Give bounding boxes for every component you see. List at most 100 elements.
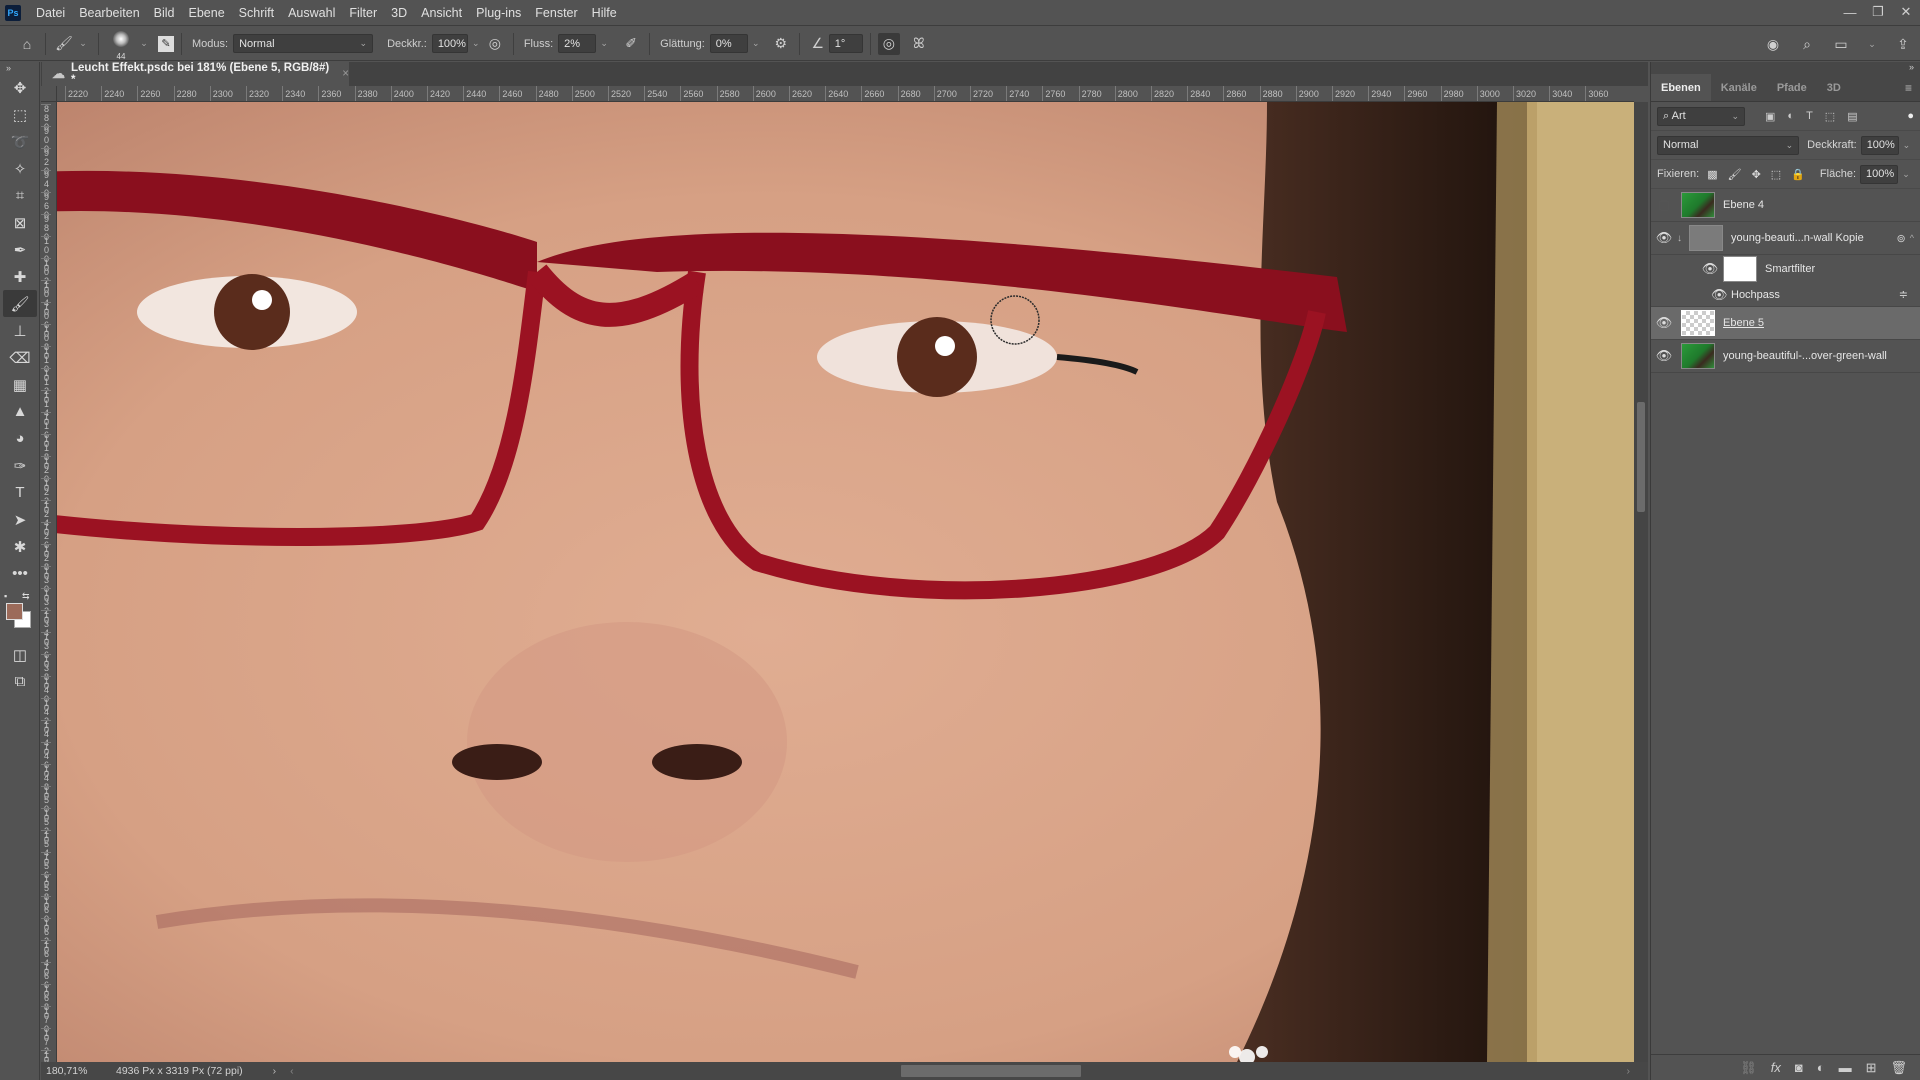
collapse-filters-icon[interactable]: ^ (1910, 233, 1914, 243)
lock-artboard-icon[interactable]: ⬚ (1771, 168, 1781, 181)
minimize-button[interactable]: — (1836, 0, 1864, 24)
layer-row[interactable]: 👁 ↓ young-beauti...n-wall Kopie ⊚ ^ (1651, 222, 1920, 255)
tab-kanaele[interactable]: Kanäle (1711, 74, 1767, 101)
menu-bild[interactable]: Bild (147, 6, 182, 20)
more-tools-icon[interactable]: ••• (0, 560, 40, 587)
share-icon[interactable]: ⇪ (1892, 33, 1914, 55)
chevron-down-icon[interactable]: ⌄ (468, 38, 484, 49)
status-more-icon[interactable]: › (273, 1065, 277, 1077)
filter-type-icon[interactable]: T (1806, 110, 1813, 123)
eyedropper-tool-icon[interactable]: ✒ (0, 236, 40, 263)
panel-menu-icon[interactable]: ≡ (1905, 74, 1920, 101)
lock-transparency-icon[interactable]: ▩ (1707, 168, 1717, 181)
lock-position-icon[interactable]: ✥ (1752, 168, 1761, 181)
dodge-tool-icon[interactable]: ◕ (0, 425, 40, 452)
close-tab-button[interactable]: × (342, 68, 349, 80)
menu-auswahl[interactable]: Auswahl (281, 6, 342, 20)
learn-icon[interactable]: ◉ (1762, 33, 1784, 55)
smoothing-input[interactable]: 0% (709, 34, 748, 53)
blend-mode-select[interactable]: Normal ⌄ (1657, 135, 1800, 155)
eye-icon[interactable]: 👁 (1651, 348, 1677, 364)
link-layers-icon[interactable]: ⛓ (1740, 1060, 1757, 1076)
document-tab[interactable]: ☁ Leucht Effekt.psdc bei 181% (Ebene 5, … (42, 62, 349, 86)
crop-tool-icon[interactable]: ⌗ (0, 182, 40, 209)
lock-all-icon[interactable]: 🔒 (1791, 168, 1805, 181)
move-tool-icon[interactable]: ✥ (0, 74, 40, 101)
shape-tool-icon[interactable]: ✱ (0, 533, 40, 560)
tab-ebenen[interactable]: Ebenen (1651, 74, 1711, 101)
chevron-down-icon[interactable]: ⌄ (1898, 169, 1914, 180)
new-group-icon[interactable]: ▬ (1839, 1060, 1852, 1075)
workspace-icon[interactable]: ▭ (1830, 33, 1852, 55)
layer-filter-select[interactable]: ⌕ Art ⌄ (1657, 106, 1745, 126)
chevron-down-icon[interactable]: ⌄ (596, 38, 612, 49)
pressure-size-icon[interactable]: ◎ (877, 32, 900, 55)
ruler-origin[interactable] (41, 86, 57, 102)
mode-select[interactable]: Normal ⌄ (233, 34, 374, 53)
eye-icon[interactable]: 👁 (1711, 287, 1728, 303)
lock-pixels-icon[interactable]: 🖌 (1728, 168, 1742, 181)
filter-smartobject-icon[interactable]: ▤ (1847, 110, 1857, 123)
fx-icon[interactable]: fx (1771, 1060, 1781, 1075)
chevron-down-icon[interactable]: ⌄ (136, 38, 152, 49)
menu-bearbeiten[interactable]: Bearbeiten (72, 6, 146, 20)
scroll-right-icon[interactable]: › (1627, 1065, 1631, 1077)
filter-adjustment-icon[interactable]: ◐ (1787, 110, 1794, 123)
path-selection-tool-icon[interactable]: ➤ (0, 506, 40, 533)
horizontal-scroll-thumb[interactable] (901, 1065, 1081, 1077)
filter-pixel-icon[interactable]: ▣ (1765, 110, 1775, 123)
menu-hilfe[interactable]: Hilfe (585, 6, 624, 20)
symmetry-butterfly-icon[interactable]: ꕤ (908, 33, 930, 55)
vertical-ruler[interactable]: 880 900 920 940 960 980 1000 1020 1040 1060 1080 11… (41, 102, 57, 1062)
add-mask-icon[interactable]: ◙ (1795, 1060, 1803, 1075)
filter-shape-icon[interactable]: ⬚ (1825, 110, 1835, 123)
chevron-down-icon[interactable]: ⌄ (1864, 39, 1880, 50)
quick-mask-icon[interactable]: ◫ (0, 641, 40, 668)
gear-icon[interactable]: ⚙ (770, 33, 792, 55)
tab-3d[interactable]: 3D (1817, 74, 1851, 101)
fill-input[interactable]: 100% (1860, 164, 1898, 184)
eraser-tool-icon[interactable]: ⌫ (0, 344, 40, 371)
marquee-tool-icon[interactable]: ⬚ (0, 101, 40, 128)
blur-tool-icon[interactable]: ▲ (0, 398, 40, 425)
smartfilter-row[interactable]: 👁 Smartfilter (1651, 255, 1920, 283)
scroll-left-icon[interactable]: ‹ (290, 1065, 294, 1077)
menu-3d[interactable]: 3D (384, 6, 414, 20)
menu-datei[interactable]: Datei (29, 6, 72, 20)
new-layer-icon[interactable]: ⊞ (1866, 1060, 1877, 1076)
menu-ebene[interactable]: Ebene (182, 6, 232, 20)
layer-row[interactable]: ▢ Ebene 4 (1651, 189, 1920, 222)
clone-stamp-tool-icon[interactable]: ⊥ (0, 317, 40, 344)
lasso-tool-icon[interactable]: ➰ (0, 128, 40, 155)
flow-input[interactable]: 2% (558, 34, 597, 53)
angle-input[interactable]: 1° (828, 34, 863, 53)
image-canvas[interactable] (57, 102, 1634, 1062)
eye-icon[interactable]: 👁 (1651, 315, 1677, 331)
pressure-opacity-icon[interactable]: ◎ (484, 33, 506, 55)
adjustment-layer-icon[interactable]: ◐ (1817, 1060, 1825, 1075)
gradient-tool-icon[interactable]: ▦ (0, 371, 40, 398)
trash-icon[interactable]: 🗑 (1890, 1060, 1907, 1076)
swap-colors-icon[interactable]: ⇆ (22, 591, 30, 602)
search-icon[interactable]: ⌕ (1796, 33, 1818, 55)
eye-icon[interactable]: 👁 (1697, 261, 1723, 277)
layer-row[interactable]: 👁 young-beautiful-...over-green-wall (1651, 340, 1920, 373)
restore-button[interactable]: ❐ (1864, 0, 1892, 24)
foreground-color-swatch[interactable] (6, 603, 23, 620)
menu-fenster[interactable]: Fenster (528, 6, 584, 20)
layer-row-selected[interactable]: 👁 Ebene 5 (1651, 307, 1920, 340)
menu-plugins[interactable]: Plug-ins (469, 6, 528, 20)
screen-mode-icon[interactable]: ⧉ (0, 668, 40, 695)
collapse-toolbar-icon[interactable]: » (0, 62, 39, 74)
menu-filter[interactable]: Filter (342, 6, 384, 20)
frame-tool-icon[interactable]: ⊠ (0, 209, 40, 236)
type-tool-icon[interactable]: T (0, 479, 40, 506)
chevron-down-icon[interactable]: ⌄ (75, 38, 91, 49)
filter-blending-options-icon[interactable]: ≑ (1899, 288, 1908, 301)
layer-opacity-input[interactable]: 100% (1860, 135, 1899, 155)
chevron-down-icon[interactable]: ⌄ (1899, 140, 1914, 151)
healing-brush-tool-icon[interactable]: ✚ (0, 263, 40, 290)
menu-ansicht[interactable]: Ansicht (414, 6, 469, 20)
tab-pfade[interactable]: Pfade (1767, 74, 1817, 101)
brush-settings-panel-icon[interactable]: ✎ (158, 35, 174, 52)
